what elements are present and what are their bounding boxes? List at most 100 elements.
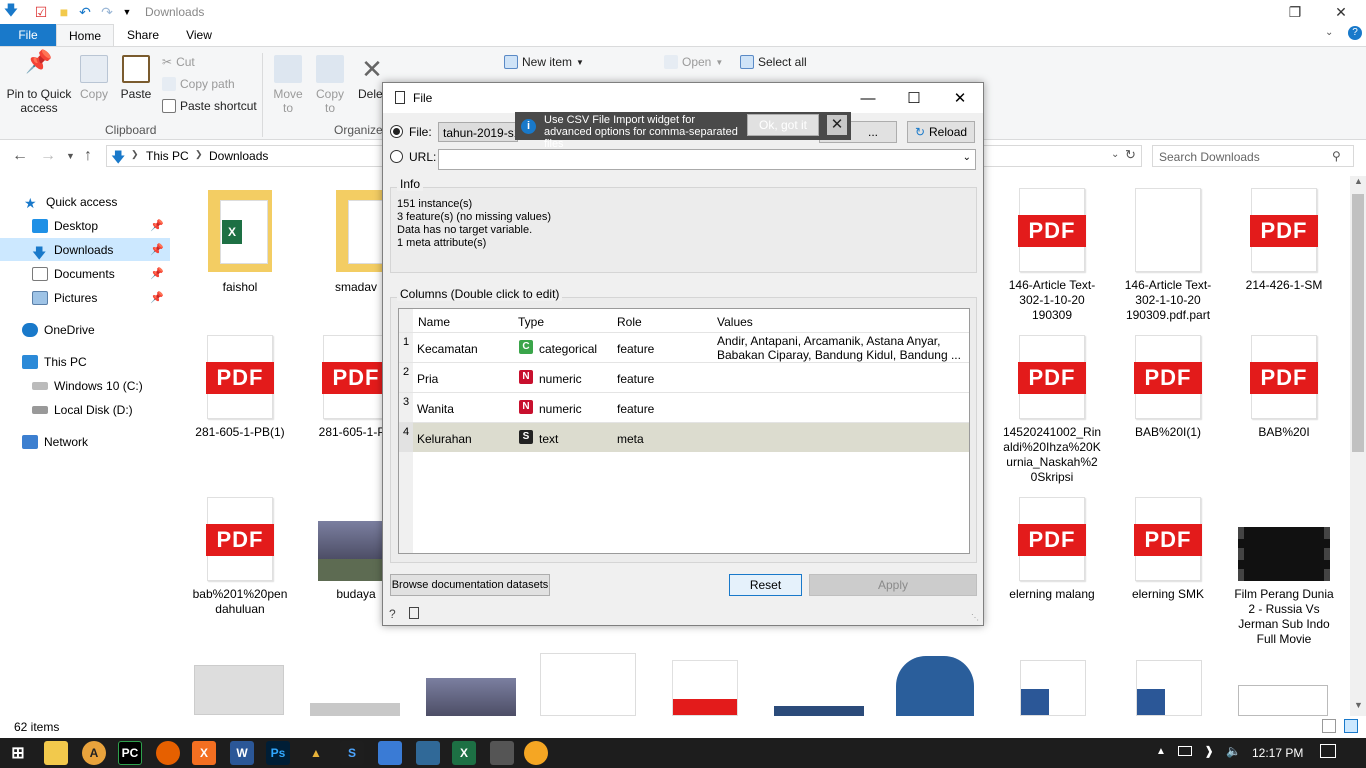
header-values[interactable]: Values [717,315,753,329]
file-item[interactable]: PDF BAB%20I(1) [1118,335,1218,440]
copy-path-button[interactable]: Copy path [162,77,235,91]
recent-locations-icon[interactable]: ▼ [66,151,75,161]
file-item[interactable]: Film Perang Dunia 2 - Russia Vs Jerman S… [1234,497,1334,647]
notepad-icon[interactable] [490,741,514,765]
pin-icon[interactable]: 📌 [150,219,164,232]
open-button[interactable]: Open ▼ [664,55,723,69]
report-icon[interactable] [409,607,419,619]
tray-chevron-icon[interactable]: ▲ [1156,746,1166,757]
start-icon[interactable]: ⊞ [6,741,30,765]
browse-documentation-button[interactable]: Browse documentation datasets [390,574,550,596]
file-item[interactable]: 146-Article Text-302-1-10-20 190309.pdf.… [1118,188,1218,323]
vertical-scrollbar[interactable]: ▲ ▼ [1350,176,1366,716]
logo-thumbnail[interactable] [896,656,974,716]
header-name[interactable]: Name [418,315,450,329]
chevron-down-icon[interactable]: ⌄ [963,152,971,163]
image-thumbnail[interactable] [194,665,284,715]
forward-arrow-icon[interactable]: → [40,147,56,165]
ok-got-it-button[interactable]: Ok, got it [747,114,819,136]
file-item[interactable]: PDF BAB%20I [1234,335,1334,440]
paste-button[interactable]: Paste [118,55,154,101]
nav-local-d[interactable]: Local Disk (D:) [0,398,170,421]
table-row[interactable]: 2 Pria N numeric feature [399,362,969,392]
table-row[interactable]: 3 Wanita N numeric feature [399,392,969,422]
word-file-icon[interactable] [1136,660,1202,716]
image-thumbnail[interactable] [1238,685,1328,716]
nav-quick-access[interactable]: ★ Quick access [0,190,170,213]
tab-file[interactable]: File [0,24,56,46]
nav-network[interactable]: Network [0,430,170,453]
search-input[interactable]: Search Downloads [1152,145,1354,167]
volume-icon[interactable]: 🔈 [1226,744,1241,758]
file-item[interactable]: PDF bab%201%20pen dahuluan [190,497,290,617]
python-icon[interactable] [416,741,440,765]
file-item[interactable]: PDF 146-Article Text-302-1-10-20 190309 [1002,188,1102,323]
copy-button[interactable]: Copy [76,55,112,101]
xampp-icon[interactable]: X [192,741,216,765]
address-dropdown-icon[interactable]: ⌄ [1111,149,1119,160]
restore-button[interactable]: ❐ [1272,0,1318,24]
file-item[interactable]: PDF 14520241002_Rin aldi%20Ihza%20K urni… [1002,335,1102,485]
header-role[interactable]: Role [617,315,642,329]
image-thumbnail[interactable] [774,706,864,716]
select-all-button[interactable]: Select all [740,55,807,69]
details-view-icon[interactable] [1322,719,1336,733]
close-button[interactable]: ✕ [1318,0,1364,24]
redo-icon[interactable]: ↷ [98,3,116,21]
customize-qa-icon[interactable]: ▼ [118,3,136,21]
word-file-icon[interactable] [1020,660,1086,716]
tab-view[interactable]: View [176,24,222,46]
image-thumbnail[interactable] [310,703,400,716]
back-arrow-icon[interactable]: ← [12,147,28,165]
file-item[interactable]: PDF elerning SMK [1118,497,1218,602]
new-item-button[interactable]: New item ▼ [504,55,584,69]
paste-shortcut-button[interactable]: Paste shortcut [162,99,257,113]
nav-desktop[interactable]: Desktop 📌 [0,214,170,237]
new-folder-icon[interactable]: ■ [55,3,73,21]
file-item[interactable]: X faishol [190,190,290,295]
word-icon[interactable]: W [230,741,254,765]
photoshop-icon[interactable]: Ps [266,741,290,765]
copy-to-button[interactable]: Copy to [312,55,348,115]
maximize-button[interactable]: ☐ [891,83,937,113]
resize-grip-icon[interactable]: ⋱ [971,613,979,622]
close-tip-icon[interactable]: ✕ [827,115,847,135]
excel-icon[interactable]: X [452,741,476,765]
file-explorer-icon[interactable] [44,741,68,765]
reset-button[interactable]: Reset [729,574,802,596]
minimize-button[interactable]: — [845,83,891,113]
file-combo[interactable]: tahun-2019-s1 [438,122,518,142]
properties-icon[interactable]: ☑ [32,3,50,21]
chevron-right-icon[interactable]: ❯ [195,149,203,160]
header-type[interactable]: Type [518,315,544,329]
table-row[interactable]: 1 Kecamatan C categorical feature Andir,… [399,332,969,362]
nav-downloads[interactable]: 🡇 Downloads 📌 [0,238,170,261]
close-button[interactable]: ✕ [937,83,983,113]
help-icon[interactable]: ? [389,607,396,621]
chevron-right-icon[interactable]: ❯ [131,149,139,160]
refresh-icon[interactable]: ↻ [1125,147,1136,163]
scrollbar-thumb[interactable] [1352,194,1364,452]
installer-icon[interactable] [540,653,636,716]
delete-button[interactable]: ✕ Dele [358,55,383,101]
file-item[interactable]: PDF elerning malang [1002,497,1102,602]
sublime-icon[interactable]: S [340,741,364,765]
tab-home[interactable]: Home [56,24,114,46]
file-item[interactable]: PDF 214-426-1-SM [1234,188,1334,293]
up-arrow-icon[interactable]: ↑ [84,147,92,165]
url-radio[interactable] [390,150,403,163]
image-thumbnail[interactable] [426,678,516,716]
scroll-down-icon[interactable]: ▼ [1354,700,1363,710]
firefox-icon[interactable] [156,741,180,765]
pin-icon[interactable]: 📌 [150,291,164,304]
wifi-icon[interactable]: ❱ [1204,744,1214,758]
nav-windows-c[interactable]: Windows 10 (C:) [0,374,170,397]
orange-app-icon[interactable] [524,741,548,765]
nav-onedrive[interactable]: OneDrive [0,318,170,341]
clock[interactable]: 12:17 PM [1252,746,1303,760]
apply-button[interactable]: Apply [809,574,977,596]
table-row-selected[interactable]: 4 Kelurahan S text meta [399,422,969,452]
pin-quick-access-button[interactable]: 📌 Pin to Quick access [4,51,74,116]
nav-pictures[interactable]: Pictures 📌 [0,286,170,309]
nav-documents[interactable]: Documents 📌 [0,262,170,285]
